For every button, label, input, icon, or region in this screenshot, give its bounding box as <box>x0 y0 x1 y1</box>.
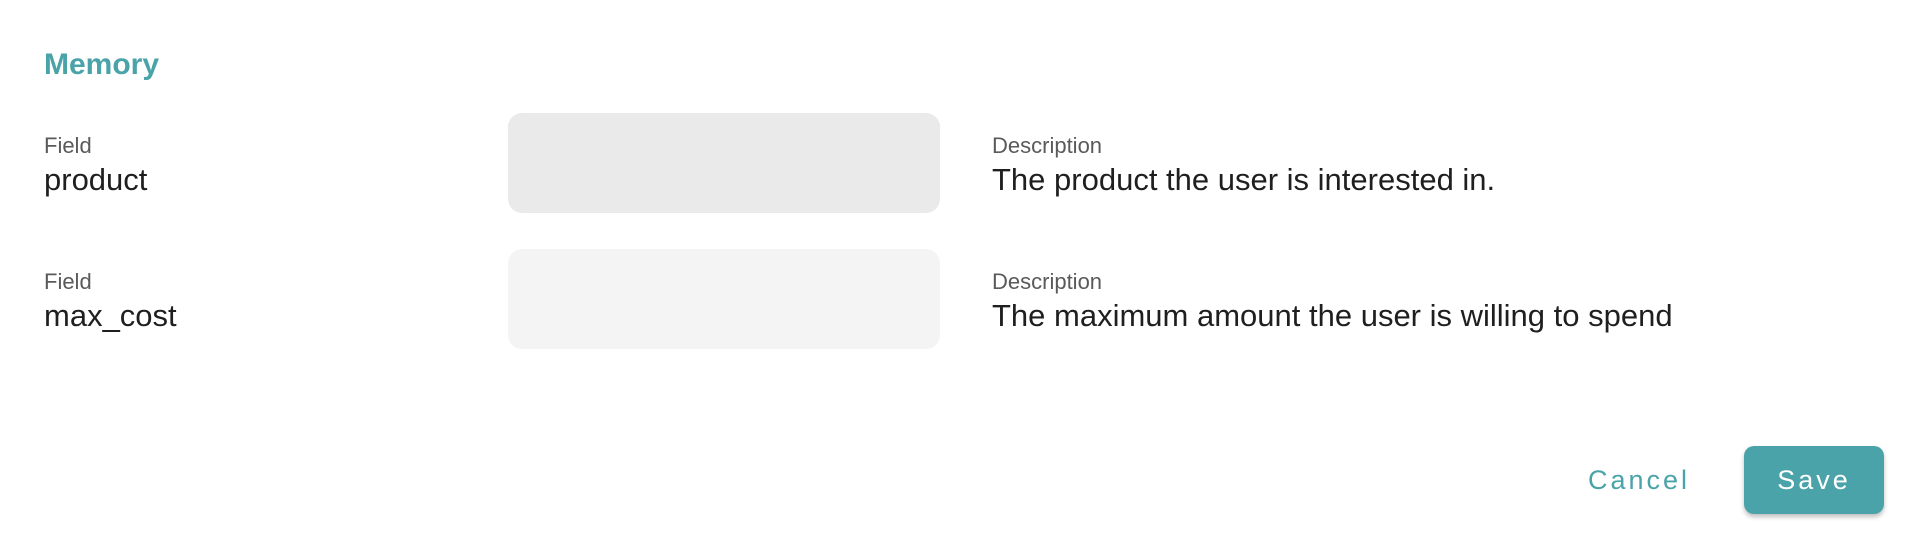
field-name-product: product <box>44 162 148 197</box>
product-value-input[interactable] <box>508 113 940 213</box>
field-label: Field <box>44 269 92 294</box>
field-name-max-cost: max_cost <box>44 298 177 333</box>
save-button[interactable]: Save <box>1744 446 1884 514</box>
memory-field-row: Field product Description The product th… <box>0 113 1928 213</box>
max-cost-description: The maximum amount the user is willing t… <box>992 298 1673 333</box>
field-label: Field <box>44 133 92 158</box>
dialog-title: Memory <box>44 48 160 81</box>
memory-dialog: Memory Field product Description The pro… <box>0 0 1928 534</box>
description-label: Description <box>992 269 1103 294</box>
max-cost-value-input[interactable] <box>508 249 940 349</box>
memory-field-row: Field max_cost Description The maximum a… <box>0 249 1928 349</box>
cancel-button[interactable]: Cancel <box>1574 447 1704 513</box>
description-label: Description <box>992 133 1103 158</box>
product-description: The product the user is interested in. <box>992 162 1496 197</box>
